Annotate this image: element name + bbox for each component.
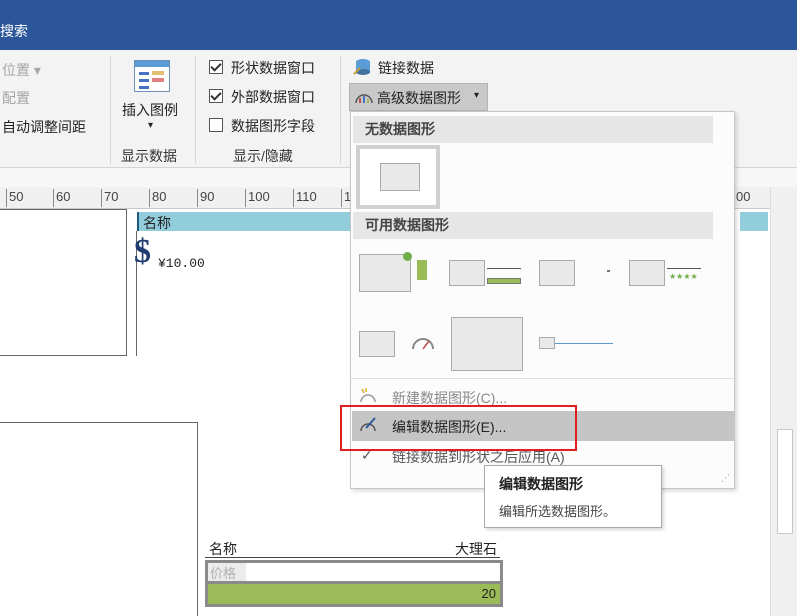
price-value: ¥10.00 — [158, 256, 205, 271]
data-graphic-option-2[interactable] — [449, 260, 525, 290]
data-graphic-fields-checkbox[interactable] — [209, 118, 223, 132]
title-bar: 搜索 — [0, 0, 797, 50]
dollar-icon: $ — [134, 233, 151, 270]
data-graphic-icon — [355, 94, 373, 104]
available-graphics-header: 可用数据图形 — [353, 212, 713, 239]
progress-value: 20 — [481, 586, 496, 601]
ruler-tick: 00 — [733, 189, 750, 207]
advanced-data-graphics-button[interactable]: 高级数据图形 ▾ — [349, 83, 488, 111]
resize-grip-icon[interactable]: ⋰ — [721, 473, 730, 484]
group-separator — [195, 56, 196, 164]
check-icon — [403, 252, 412, 261]
tooltip-title: 编辑数据图形 — [499, 476, 583, 492]
data-graphic-fields-label[interactable]: 数据图形字段 — [231, 116, 315, 136]
ruler-tick: 110 — [293, 189, 317, 207]
ruler-tick: 100 — [245, 189, 270, 207]
shape2-name-label: 名称 — [209, 541, 237, 557]
divider — [205, 557, 500, 558]
search-label[interactable]: 搜索 — [0, 21, 28, 41]
external-data-window-label[interactable]: 外部数据窗口 — [231, 87, 315, 107]
advanced-data-graphics-label: 高级数据图形 — [377, 90, 461, 106]
shape-box[interactable] — [0, 209, 127, 356]
chevron-down-icon[interactable]: ▾ — [148, 120, 153, 131]
chevron-down-icon: ▾ — [474, 90, 480, 101]
shape-data-window-label[interactable]: 形状数据窗口 — [231, 58, 315, 78]
data-graphic-option-6[interactable] — [451, 317, 523, 371]
name-label: 名称 — [143, 215, 171, 231]
highlight-annotation — [340, 405, 577, 451]
legend-icon[interactable] — [134, 60, 170, 92]
config-button[interactable]: 配置 — [2, 88, 30, 108]
link-data-icon[interactable] — [352, 56, 374, 78]
tooltip: 编辑数据图形 编辑所选数据图形。 — [484, 465, 662, 528]
new-data-graphic-icon — [360, 388, 376, 403]
vertical-scrollbar[interactable] — [770, 187, 797, 616]
name-strip-end — [740, 212, 768, 231]
data-graphic-option-4[interactable]: ★★★★ — [629, 260, 707, 290]
ruler-tick: 80 — [149, 189, 166, 207]
data-graphic-option-5[interactable] — [359, 327, 439, 363]
ruler-tick: 50 — [6, 189, 23, 207]
price-row: 价格 — [208, 563, 500, 581]
progress-bar: 20 — [208, 584, 500, 604]
price-label: 价格 — [208, 563, 246, 581]
link-data-button[interactable]: 链接数据 — [378, 58, 434, 78]
data-graphic-shape[interactable]: 名称 大理石 价格 20 — [205, 537, 503, 607]
ruler-tick: 90 — [197, 189, 214, 207]
group-separator — [110, 56, 111, 164]
auto-spacing-button[interactable]: 自动调整间距 — [2, 117, 86, 137]
scrollbar-thumb[interactable] — [777, 429, 793, 534]
group-separator — [340, 56, 341, 164]
data-graphic-option-3[interactable] — [539, 260, 615, 290]
position-button[interactable]: 位置 ▾ — [2, 60, 41, 80]
external-data-window-checkbox[interactable] — [209, 89, 223, 103]
ruler-tick: 60 — [53, 189, 70, 207]
data-graphic-option-7[interactable] — [539, 337, 619, 351]
no-graphic-header: 无数据图形 — [353, 116, 713, 143]
shape2-value: 大理石 — [455, 541, 497, 557]
data-graphic-option-1[interactable] — [359, 252, 439, 298]
tooltip-description: 编辑所选数据图形。 — [499, 504, 617, 519]
progress-frame: 价格 20 — [205, 560, 503, 607]
shape-box[interactable] — [0, 422, 198, 616]
ruler-tick: 70 — [101, 189, 118, 207]
star-rating-icon: ★★★★ — [669, 272, 698, 281]
insert-legend-button[interactable]: 插入图例 — [122, 100, 178, 120]
group-label-show-hide: 显示/隐藏 — [233, 148, 293, 164]
no-graphic-option[interactable] — [356, 145, 440, 209]
gauge-icon — [412, 338, 434, 350]
shape-data-window-checkbox[interactable] — [209, 60, 223, 74]
group-label-show-data: 显示数据 — [121, 148, 177, 164]
name-strip[interactable]: 名称 — [137, 212, 350, 231]
menu-divider — [351, 378, 734, 379]
